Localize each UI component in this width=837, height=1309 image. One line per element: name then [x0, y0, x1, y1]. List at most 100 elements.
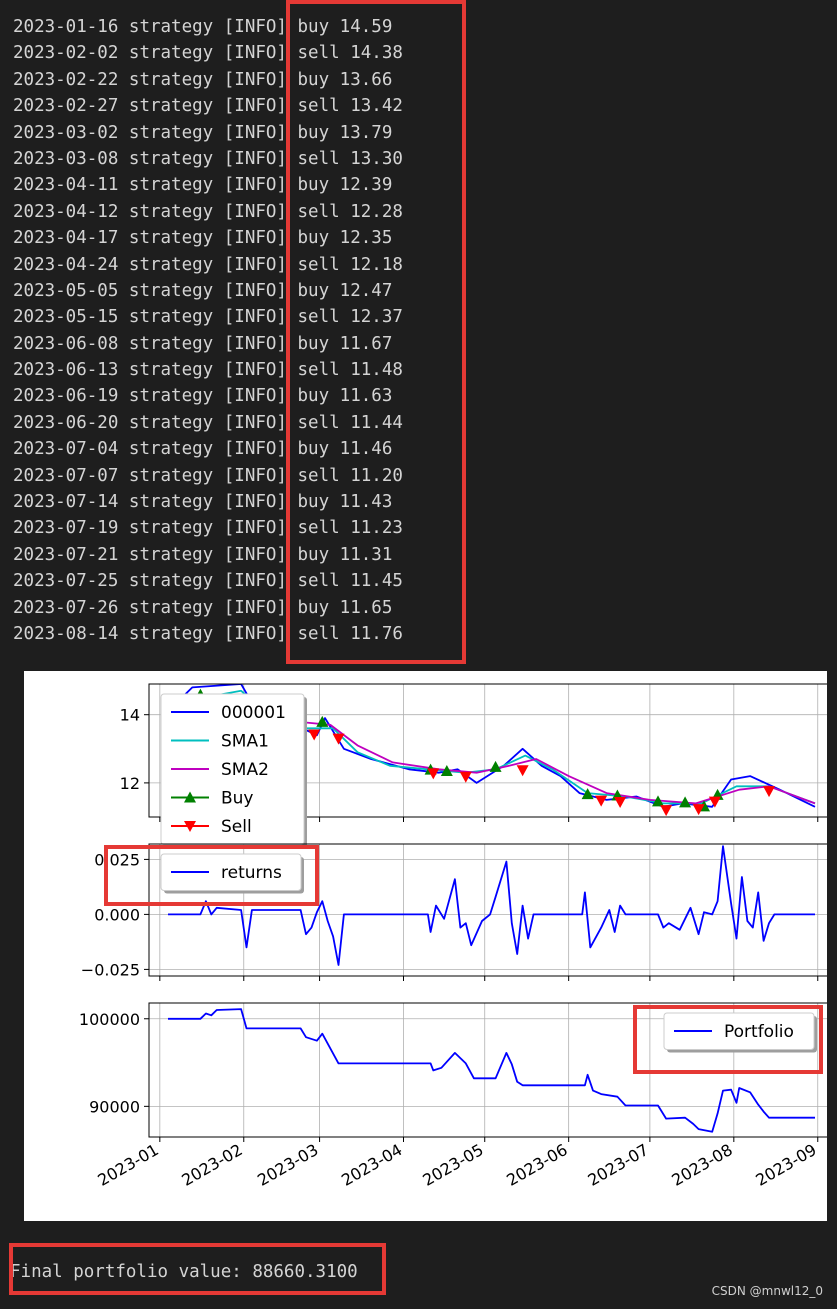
x-tick-label: 2023-07 [584, 1140, 651, 1190]
sell-marker [516, 765, 529, 777]
log-price: 11.23 [350, 518, 403, 539]
y-tick-label: 90000 [89, 1097, 140, 1116]
log-level: [INFO] [223, 465, 287, 486]
y-tick-label: 14 [120, 706, 140, 725]
log-source: strategy [128, 307, 214, 328]
x-tick-label: 2023-02 [178, 1140, 245, 1190]
log-action: buy [297, 439, 330, 460]
log-action: buy [297, 17, 330, 37]
sell-marker [614, 796, 627, 808]
log-level: [INFO] [223, 360, 287, 381]
log-action: buy [297, 333, 330, 354]
log-level: [INFO] [223, 43, 287, 64]
log-source: strategy [128, 280, 214, 301]
log-action: sell [297, 148, 340, 169]
log-source: strategy [128, 492, 214, 513]
log-price: 12.39 [339, 175, 393, 196]
log-price: 11.45 [350, 571, 403, 592]
log-price: 13.30 [350, 148, 403, 169]
y-tick-label: 100000 [79, 1010, 140, 1029]
legend: Portfolio [663, 1012, 817, 1053]
log-line: 2023-07-25 strategy [INFO] sell 11.45 [13, 568, 403, 594]
panel-portfolio: 90000100000Portfolio2023-01 2023-02 2023-0… [79, 1002, 827, 1190]
log-date: 2023-07-26 [13, 597, 119, 618]
y-tick-label: 0.000 [94, 905, 140, 924]
log-level: [INFO] [223, 597, 287, 618]
log-action: sell [297, 412, 340, 433]
log-level: [INFO] [223, 307, 287, 328]
y-tick-label: 0.025 [94, 850, 140, 869]
log-level: [INFO] [223, 571, 287, 592]
log-source: strategy [128, 201, 214, 222]
log-level: [INFO] [223, 412, 287, 433]
log-line: 2023-04-11 strategy [INFO] buy 12.39 [13, 172, 403, 198]
log-action: buy [297, 492, 330, 513]
log-line: 2023-02-02 strategy [INFO] sell 14.38 [13, 40, 403, 66]
x-tick-label: 2023-09 [752, 1140, 819, 1190]
log-price: 11.48 [350, 360, 403, 381]
log-action: buy [297, 544, 330, 565]
log-line: 2023-03-02 strategy [INFO] buy 13.79 [13, 120, 403, 146]
sell-marker [763, 786, 776, 798]
log-price: 13.42 [350, 96, 403, 117]
log-price: 11.76 [350, 623, 403, 644]
log-action: buy [297, 280, 330, 301]
y-tick-label: −0.025 [81, 960, 140, 979]
log-line: 2023-03-08 strategy [INFO] sell 13.30 [13, 146, 403, 172]
log-date: 2023-03-08 [13, 148, 119, 169]
log-level: [INFO] [223, 623, 287, 644]
log-price: 13.79 [339, 122, 393, 143]
log-action: sell [297, 465, 340, 486]
x-tick-label: 2023-04 [338, 1140, 405, 1190]
log-price: 11.20 [350, 465, 403, 486]
log-date: 2023-03-02 [13, 122, 119, 143]
log-date: 2023-06-19 [13, 386, 119, 407]
legend-label: Buy [221, 789, 254, 809]
log-output: 2023-01-16 strategy [INFO] buy 14.59 2023… [13, 14, 403, 647]
legend-label: returns [221, 863, 282, 883]
log-level: [INFO] [223, 492, 287, 513]
legend-label: SMA1 [221, 732, 269, 752]
watermark: CSDN @mnwl12_0 [711, 1284, 823, 1298]
legend-label: Sell [221, 817, 252, 837]
log-line: 2023-06-08 strategy [INFO] buy 11.67 [13, 331, 403, 357]
x-tick-label: 2023-03 [254, 1140, 321, 1190]
log-date: 2023-08-14 [13, 623, 119, 644]
figure-canvas: 12 14 000001 SMA1 SMA2 Buy Sell −0.025 0.000 0.02… [79, 683, 827, 1190]
log-date: 2023-04-24 [13, 254, 119, 275]
legend-label: SMA2 [221, 760, 269, 780]
log-level: [INFO] [223, 175, 287, 196]
log-line: 2023-02-27 strategy [INFO] sell 13.42 [13, 93, 403, 119]
log-source: strategy [128, 17, 214, 37]
log-price: 14.38 [350, 43, 403, 64]
log-level: [INFO] [223, 333, 287, 354]
log-date: 2023-02-27 [13, 96, 119, 117]
log-price: 13.66 [339, 69, 393, 90]
log-source: strategy [128, 96, 214, 117]
log-price: 11.67 [339, 333, 393, 354]
log-source: strategy [128, 43, 214, 64]
log-date: 2023-06-20 [13, 412, 119, 433]
panel-returns: −0.025 0.000 0.025 returns [81, 843, 827, 981]
sell-marker [308, 729, 321, 741]
log-source: strategy [128, 544, 214, 565]
backtest-figure: 12 14 000001 SMA1 SMA2 Buy Sell −0.025 0.000 0.02… [24, 671, 827, 1221]
log-line: 2023-07-19 strategy [INFO] sell 11.23 [13, 515, 403, 541]
log-source: strategy [128, 623, 214, 644]
log-source: strategy [128, 148, 214, 169]
log-action: sell [297, 43, 340, 64]
log-date: 2023-07-19 [13, 518, 119, 539]
log-date: 2023-07-07 [13, 465, 119, 486]
log-price: 11.44 [350, 412, 403, 433]
log-source: strategy [128, 597, 214, 618]
log-price: 11.63 [339, 386, 393, 407]
log-line: 2023-05-15 strategy [INFO] sell 12.37 [13, 304, 403, 330]
log-date: 2023-07-25 [13, 571, 119, 592]
x-tick-label: 2023-06 [503, 1140, 570, 1190]
legend: 000001 SMA1 SMA2 Buy Sell [160, 693, 307, 848]
log-date: 2023-05-15 [13, 307, 119, 328]
log-line: 2023-04-17 strategy [INFO] buy 12.35 [13, 225, 403, 251]
log-level: [INFO] [223, 69, 287, 90]
log-source: strategy [128, 439, 214, 460]
log-level: [INFO] [223, 96, 287, 117]
